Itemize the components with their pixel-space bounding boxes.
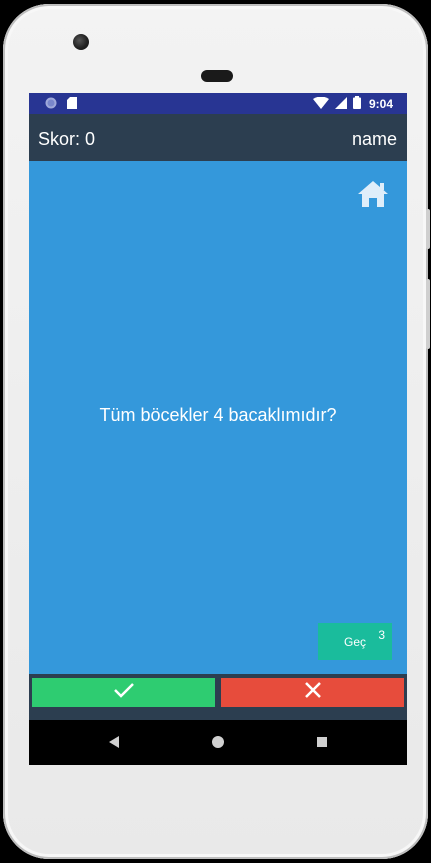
x-icon [304,681,322,704]
wifi-icon [312,96,329,112]
false-button[interactable] [221,678,404,707]
earpiece-speaker [201,70,233,82]
sd-card-icon [67,97,77,112]
recents-square-icon[interactable] [312,732,332,752]
phone-side-button-bottom [426,279,430,349]
phone-side-button-top [426,209,430,249]
true-button[interactable] [32,678,215,707]
check-icon [113,682,135,703]
player-name: name [351,129,397,149]
signal-icon [334,96,347,112]
screen: 9:04 Skor: 0 name Tüm böcekler 4 bacaklı… [29,93,407,765]
app-bar: Skor: 0 name [29,114,407,161]
back-triangle-icon[interactable] [105,732,125,752]
question-text: Tüm böcekler 4 bacaklımıdır? [99,405,337,425]
home-circle-icon[interactable] [208,732,228,752]
front-camera [73,34,89,50]
status-time: 9:04 [368,97,393,111]
circle-notification-icon [45,97,57,112]
answer-bar [29,674,407,720]
home-icon[interactable] [357,179,389,209]
status-bar: 9:04 [29,93,407,114]
phone-frame: 9:04 Skor: 0 name Tüm böcekler 4 bacaklı… [3,4,430,859]
battery-icon [352,96,361,112]
question-area: Tüm böcekler 4 bacaklımıdır? Geç 3 [29,161,407,674]
skip-label: Geç [344,635,367,649]
navigation-bar [29,720,407,765]
skip-button[interactable]: Geç 3 [318,623,392,660]
skip-count: 3 [378,628,385,642]
score-label: Skor: 0 [38,129,96,149]
